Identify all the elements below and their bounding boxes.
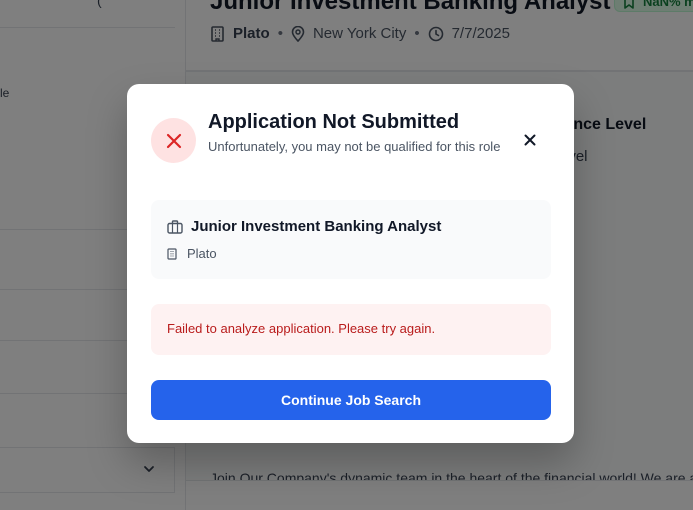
- error-alert: Failed to analyze application. Please tr…: [151, 304, 551, 355]
- close-icon[interactable]: [524, 134, 536, 146]
- building-icon: [167, 247, 177, 260]
- error-status-icon: [151, 118, 196, 163]
- close-button[interactable]: [520, 130, 540, 150]
- job-summary-card: Junior Investment Banking Analyst Plato: [151, 200, 551, 279]
- application-result-modal: Application Not Submitted Unfortunately,…: [127, 84, 574, 443]
- briefcase-icon: [167, 219, 183, 234]
- modal-title: Application Not Submitted: [208, 111, 460, 133]
- x-circle-icon: [166, 133, 181, 148]
- modal-subtitle: Unfortunately, you may not be qualified …: [208, 139, 501, 154]
- job-card-company: Plato: [187, 246, 217, 261]
- continue-job-search-button[interactable]: Continue Job Search: [151, 380, 551, 420]
- job-card-title: Junior Investment Banking Analyst: [191, 218, 442, 235]
- error-message: Failed to analyze application. Please tr…: [167, 321, 436, 336]
